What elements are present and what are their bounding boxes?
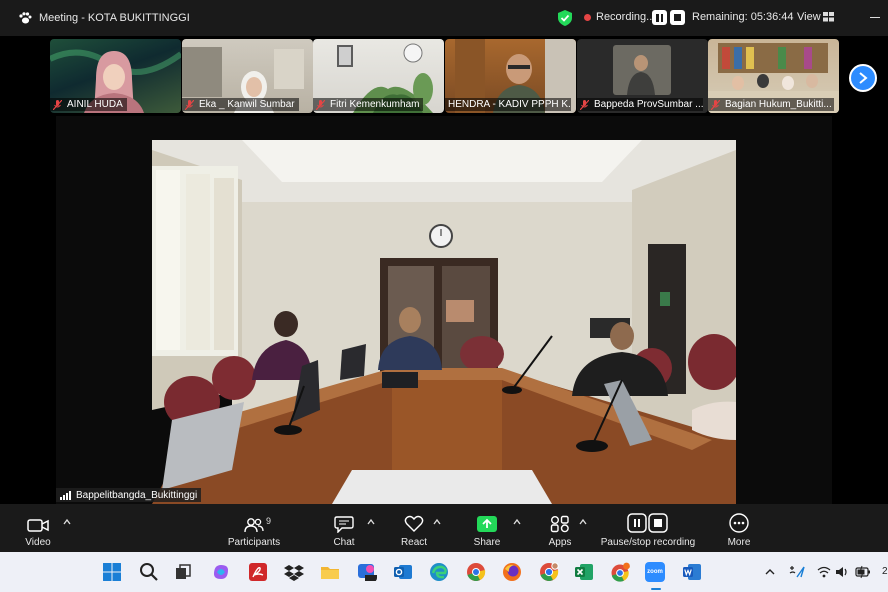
mic-muted-icon (185, 99, 194, 110)
window-title: Meeting - KOTA BUKITTINGGI (39, 12, 190, 24)
pause-stop-recording-icon (627, 513, 668, 533)
participant-tile[interactable]: AINIL HUDA (50, 39, 181, 113)
battery-icon[interactable] (855, 565, 871, 579)
dropbox-icon[interactable] (284, 562, 304, 582)
chat-bubble-icon (334, 516, 354, 533)
mic-muted-icon (53, 99, 62, 110)
apps-button[interactable]: Apps (542, 504, 578, 552)
participant-name-tag: Fitri Kemenkumham (313, 98, 424, 111)
participant-name-tag: AINIL HUDA (50, 98, 127, 111)
search-icon[interactable] (139, 562, 159, 582)
windows-start-icon[interactable] (102, 562, 122, 582)
file-explorer-icon[interactable] (320, 562, 340, 582)
video-button[interactable]: Video (18, 504, 58, 552)
remaining-time: Remaining: 05:36:44 (692, 11, 794, 23)
participants-icon (244, 518, 264, 533)
meeting-toolbar: Video Participants 9 Chat React Share Ap… (0, 504, 888, 552)
participant-tile[interactable]: Bagian Hukum_Bukitti... (708, 39, 839, 113)
apps-icon (550, 515, 569, 533)
participant-tile[interactable]: Fitri Kemenkumham (313, 39, 444, 113)
stop-recording-button[interactable] (670, 10, 685, 25)
share-button[interactable]: Share (468, 504, 506, 552)
participant-name-tag: Eka _ Kanwil Sumbar (182, 98, 299, 111)
main-video-stage: Bappelitbangda_Bukittinggi (0, 116, 888, 504)
react-button[interactable]: React (396, 504, 432, 552)
heart-react-icon (404, 515, 424, 532)
active-speaker-name-tag: Bappelitbangda_Bukittinggi (56, 488, 202, 502)
participant-gallery: AINIL HUDA Eka _ Kanwil Sumbar Fitri Kem… (0, 36, 888, 116)
video-options-chevron-icon[interactable] (63, 518, 71, 526)
mic-muted-icon (711, 99, 720, 110)
task-view-icon[interactable] (173, 562, 193, 582)
view-menu-button[interactable]: View (797, 11, 821, 23)
more-options-icon (729, 513, 749, 533)
chat-options-chevron-icon[interactable] (367, 518, 375, 526)
gallery-next-button[interactable] (849, 64, 877, 92)
zoom-paw-icon (19, 12, 32, 24)
connection-signal-icon (60, 490, 72, 500)
encryption-shield-icon[interactable] (558, 10, 572, 26)
show-hidden-icons-chevron-icon[interactable] (765, 565, 775, 579)
outlook-icon[interactable] (393, 562, 413, 582)
word-icon[interactable] (682, 562, 702, 582)
share-options-chevron-icon[interactable] (513, 518, 521, 526)
video-camera-icon (27, 519, 49, 532)
more-button[interactable]: More (722, 504, 756, 552)
chat-button[interactable]: Chat (326, 504, 362, 552)
grid-view-icon[interactable] (823, 12, 834, 22)
clock-text: 2 (882, 566, 888, 577)
windows-taskbar: zoom 2 (0, 552, 888, 592)
active-app-indicator (651, 588, 661, 590)
pause-recording-button[interactable] (652, 10, 667, 25)
zoom-icon[interactable]: zoom (645, 562, 665, 582)
edge-icon[interactable] (429, 562, 449, 582)
mic-muted-icon (316, 99, 325, 110)
firefox-icon[interactable] (502, 562, 522, 582)
participant-name-tag: HENDRA - KADIV PPPH K... (445, 98, 571, 111)
pause-stop-recording-button[interactable]: Pause/stop recording (596, 504, 700, 552)
participant-name-tag: Bagian Hukum_Bukitti... (708, 98, 834, 111)
participant-name-tag: Bappeda ProvSumbar ... (577, 98, 703, 111)
photos-icon[interactable] (357, 562, 377, 582)
title-bar: Meeting - KOTA BUKITTINGGI Recording... … (0, 0, 888, 36)
excel-icon[interactable] (574, 562, 594, 582)
chrome-profile-icon[interactable] (539, 562, 559, 582)
volume-icon[interactable] (835, 565, 849, 579)
participant-tile[interactable]: Eka _ Kanwil Sumbar (182, 39, 313, 113)
meeting-room-image (152, 140, 736, 504)
participant-tile[interactable]: HENDRA - KADIV PPPH K... (445, 39, 576, 113)
minimize-button[interactable] (870, 17, 880, 18)
wifi-icon[interactable] (817, 565, 831, 579)
apps-options-chevron-icon[interactable] (579, 518, 587, 526)
mic-muted-icon (580, 99, 589, 110)
language-input-icon[interactable] (788, 565, 806, 579)
recording-dot-icon (584, 14, 591, 21)
pdf-reader-icon[interactable] (248, 562, 268, 582)
share-screen-icon (477, 516, 497, 532)
participants-button[interactable]: Participants (224, 504, 284, 552)
react-options-chevron-icon[interactable] (433, 518, 441, 526)
recording-status: Recording... (596, 11, 656, 23)
copilot-icon[interactable] (211, 562, 231, 582)
participants-count: 9 (266, 516, 272, 526)
active-speaker-video[interactable] (152, 140, 736, 504)
chrome-icon[interactable] (466, 562, 486, 582)
chevron-right-icon (859, 72, 868, 84)
chrome-notify-icon[interactable] (610, 562, 630, 582)
participant-tile[interactable]: Bappeda ProvSumbar ... (577, 39, 708, 113)
